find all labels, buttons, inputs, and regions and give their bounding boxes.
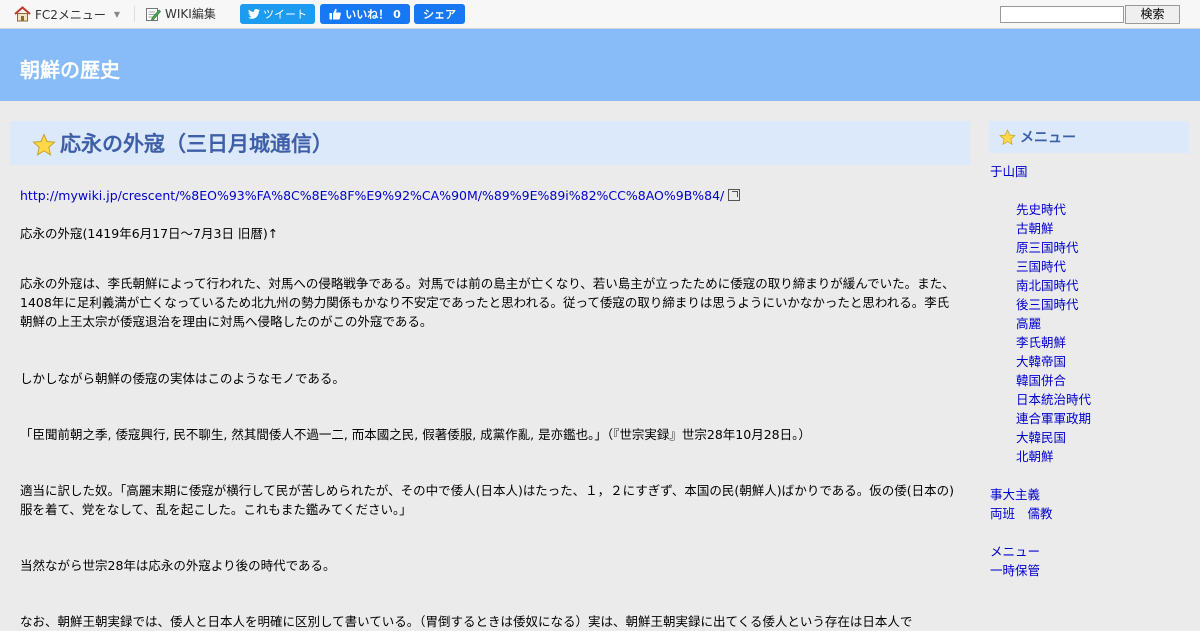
sidebar-link[interactable]: 大韓民国	[1016, 428, 1189, 447]
tweet-button[interactable]: ツイート	[240, 4, 315, 24]
share-button[interactable]: シェア	[414, 4, 465, 24]
sidebar-link[interactable]: 三国時代	[1016, 257, 1189, 276]
like-button[interactable]: いいね！ 0	[320, 4, 410, 24]
sidebar-link[interactable]: 大韓帝国	[1016, 352, 1189, 371]
star-icon	[32, 133, 56, 156]
paragraph: なお、朝鮮王朝実録では、倭人と日本人を明確に区別して書いている。（胃倒するときは…	[20, 614, 913, 629]
fc2-menu-label: FC2メニュー	[35, 7, 106, 22]
article-body: http://mywiki.jp/crescent/%8EO%93%FA%8C%…	[10, 186, 970, 631]
twitter-bird-icon	[248, 9, 260, 19]
page-title: 応永の外寇（三日月城通信）	[60, 132, 333, 156]
thumbs-up-icon	[329, 8, 342, 20]
sidebar-link[interactable]: 後三国時代	[1016, 295, 1189, 314]
paragraph: 「臣聞前朝之季, 倭寇興行, 民不聊生, 然其間倭人不過一二, 而本國之民, 假…	[20, 427, 811, 442]
star-icon	[999, 128, 1016, 145]
like-label: いいね！ 0	[345, 8, 401, 21]
sidebar-title: メニュー	[1020, 130, 1076, 146]
source-link[interactable]: http://mywiki.jp/crescent/%8EO%93%FA%8C%…	[20, 188, 724, 203]
sidebar-link[interactable]: 原三国時代	[1016, 238, 1189, 257]
search-input[interactable]	[1000, 6, 1124, 23]
sidebar-link[interactable]: 李氏朝鮮	[1016, 333, 1189, 352]
bottom-list: メニュー 一時保管	[990, 542, 1189, 580]
tweet-label: ツイート	[263, 8, 307, 21]
paragraph: 応永の外寇は、李氏朝鮮によって行われた、対馬への侵略戦争である。対馬では前の島主…	[20, 276, 955, 329]
paragraph: 適当に訳した奴。「高麗末期に倭寇が横行して民が苦しめられたが、その中で倭人(日本…	[20, 483, 955, 517]
sidebar-link[interactable]: メニュー	[990, 542, 1189, 561]
sidebar-link[interactable]: 先史時代	[1016, 200, 1189, 219]
page-title-bar: 応永の外寇（三日月城通信）	[10, 121, 970, 165]
sidebar-link[interactable]: 北朝鮮	[1016, 447, 1189, 466]
share-label: シェア	[423, 8, 456, 21]
site-header: 朝鮮の歴史	[0, 29, 1200, 101]
sidebar: メニュー 于山国 先史時代 古朝鮮 原三国時代 三国時代 南北国時代 後三国時代…	[989, 121, 1189, 580]
sidebar-link[interactable]: 韓国併合	[1016, 371, 1189, 390]
external-link-icon	[728, 189, 741, 201]
fc2-toolbar: FC2メニュー ▼ WIKI編集 ツイート いいね！ 0 シェア 検索	[0, 0, 1200, 29]
paragraph: 応永の外寇(1419年6月17日～7月3日 旧暦)↑	[20, 226, 279, 241]
site-title[interactable]: 朝鮮の歴史	[20, 54, 120, 83]
sidebar-link[interactable]: 南北国時代	[1016, 276, 1189, 295]
home-icon	[14, 6, 31, 22]
sidebar-link[interactable]: 両班 儒教	[990, 504, 1189, 523]
main-content: 応永の外寇（三日月城通信） http://mywiki.jp/crescent/…	[10, 121, 970, 631]
era-list: 先史時代 古朝鮮 原三国時代 三国時代 南北国時代 後三国時代 高麗 李氏朝鮮 …	[990, 200, 1189, 466]
fc2-menu-button[interactable]: FC2メニュー ▼	[14, 5, 120, 23]
chevron-down-icon: ▼	[113, 9, 121, 19]
wiki-edit-label: WIKI編集	[165, 7, 216, 21]
search-button[interactable]: 検索	[1125, 5, 1180, 24]
paragraph: しかしながら朝鮮の倭寇の実体はこのようなモノである。	[20, 371, 345, 386]
sidebar-link[interactable]: 高麗	[1016, 314, 1189, 333]
sidebar-link[interactable]: 古朝鮮	[1016, 219, 1189, 238]
misc-list: 事大主義 両班 儒教	[990, 485, 1189, 523]
sidebar-link[interactable]: 一時保管	[990, 561, 1189, 580]
sidebar-link[interactable]: 事大主義	[990, 485, 1189, 504]
sidebar-links: 于山国 先史時代 古朝鮮 原三国時代 三国時代 南北国時代 後三国時代 高麗 李…	[989, 162, 1189, 580]
sidebar-link[interactable]: 于山国	[990, 162, 1189, 181]
toolbar-divider	[134, 6, 135, 22]
paragraph: 当然ながら世宗28年は応永の外寇より後の時代である。	[20, 558, 336, 573]
wiki-edit-button[interactable]: WIKI編集	[145, 5, 216, 22]
sidebar-link[interactable]: 日本統治時代	[1016, 390, 1189, 409]
edit-pencil-icon	[146, 7, 161, 21]
sidebar-heading: メニュー	[989, 121, 1189, 153]
sidebar-link[interactable]: 連合軍軍政期	[1016, 409, 1189, 428]
